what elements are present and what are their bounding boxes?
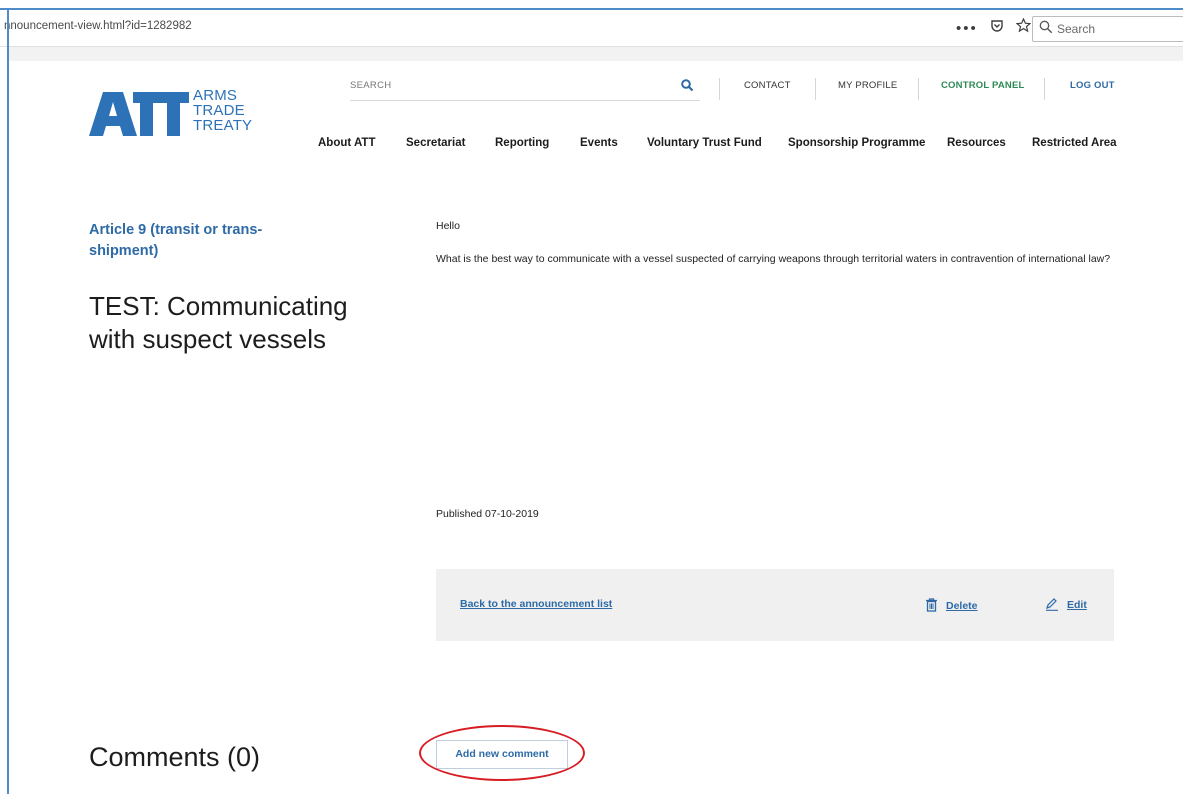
att-logo-mark: [89, 92, 189, 136]
search-icon: [1039, 20, 1053, 34]
logo-treaty: TREATY: [193, 117, 253, 134]
delete-button[interactable]: Delete: [925, 598, 978, 612]
delete-label: Delete: [946, 600, 978, 612]
control-panel-link[interactable]: CONTROL PANEL: [941, 80, 1025, 91]
browser-toolbar-icons: •••: [956, 17, 1037, 37]
trash-icon: [926, 598, 937, 612]
published-date: Published 07-10-2019: [436, 508, 539, 520]
browser-search-placeholder: Search: [1057, 22, 1096, 36]
comments-heading: Comments (0): [89, 742, 261, 772]
utility-divider: [1044, 78, 1045, 100]
announcement-category: Article 9 (transit or trans-shipment): [89, 222, 263, 259]
att-logo-text: ARMS TRADE TREATY: [193, 88, 252, 133]
url-text[interactable]: nnouncement-view.html?id=1282982: [4, 20, 192, 32]
edit-button[interactable]: Edit: [1045, 598, 1087, 611]
nav-voluntary-trust-fund[interactable]: Voluntary Trust Fund: [647, 137, 762, 149]
browser-search-box[interactable]: Search: [1032, 16, 1183, 42]
att-logo[interactable]: ARMS TRADE TREATY: [89, 88, 252, 136]
announcement-actions-panel: Back to the announcement list Delete Edi…: [436, 569, 1114, 641]
contact-link[interactable]: CONTACT: [744, 80, 791, 91]
announcement-greeting: Hello: [436, 220, 460, 232]
announcement-body: What is the best way to communicate with…: [436, 253, 1111, 265]
nav-secretariat[interactable]: Secretariat: [406, 137, 465, 149]
nav-sponsorship-programme[interactable]: Sponsorship Programme: [788, 137, 925, 149]
pencil-icon: [1046, 598, 1058, 611]
more-actions-icon[interactable]: •••: [956, 20, 978, 37]
pocket-icon[interactable]: [990, 19, 1004, 37]
nav-events[interactable]: Events: [580, 137, 618, 149]
back-to-list-link[interactable]: Back to the announcement list: [460, 598, 612, 610]
my-profile-link[interactable]: MY PROFILE: [838, 80, 897, 91]
site-search-icon[interactable]: [681, 79, 694, 92]
site-search-placeholder: SEARCH: [350, 80, 392, 91]
announcement-title: TEST: Communicating with suspect vessels: [89, 291, 348, 354]
nav-resources[interactable]: Resources: [947, 137, 1006, 149]
utility-divider: [719, 78, 720, 100]
nav-restricted-area[interactable]: Restricted Area: [1032, 137, 1117, 149]
log-out-link[interactable]: LOG OUT: [1070, 80, 1115, 91]
site-search-input[interactable]: SEARCH: [350, 78, 700, 101]
edit-label: Edit: [1067, 599, 1087, 611]
browser-address-bar[interactable]: nnouncement-view.html?id=1282982 ••• Sea…: [0, 10, 1183, 47]
window-border-left: [7, 8, 9, 794]
page-top-strip: [9, 47, 1183, 61]
utility-divider: [815, 78, 816, 100]
logo-arms: ARMS: [193, 87, 238, 104]
highlight-circle: [419, 725, 585, 781]
utility-divider: [918, 78, 919, 100]
logo-trade: TRADE: [193, 102, 245, 119]
nav-about-att[interactable]: About ATT: [318, 137, 375, 149]
bookmark-star-icon[interactable]: [1015, 17, 1032, 37]
nav-reporting[interactable]: Reporting: [495, 137, 549, 149]
